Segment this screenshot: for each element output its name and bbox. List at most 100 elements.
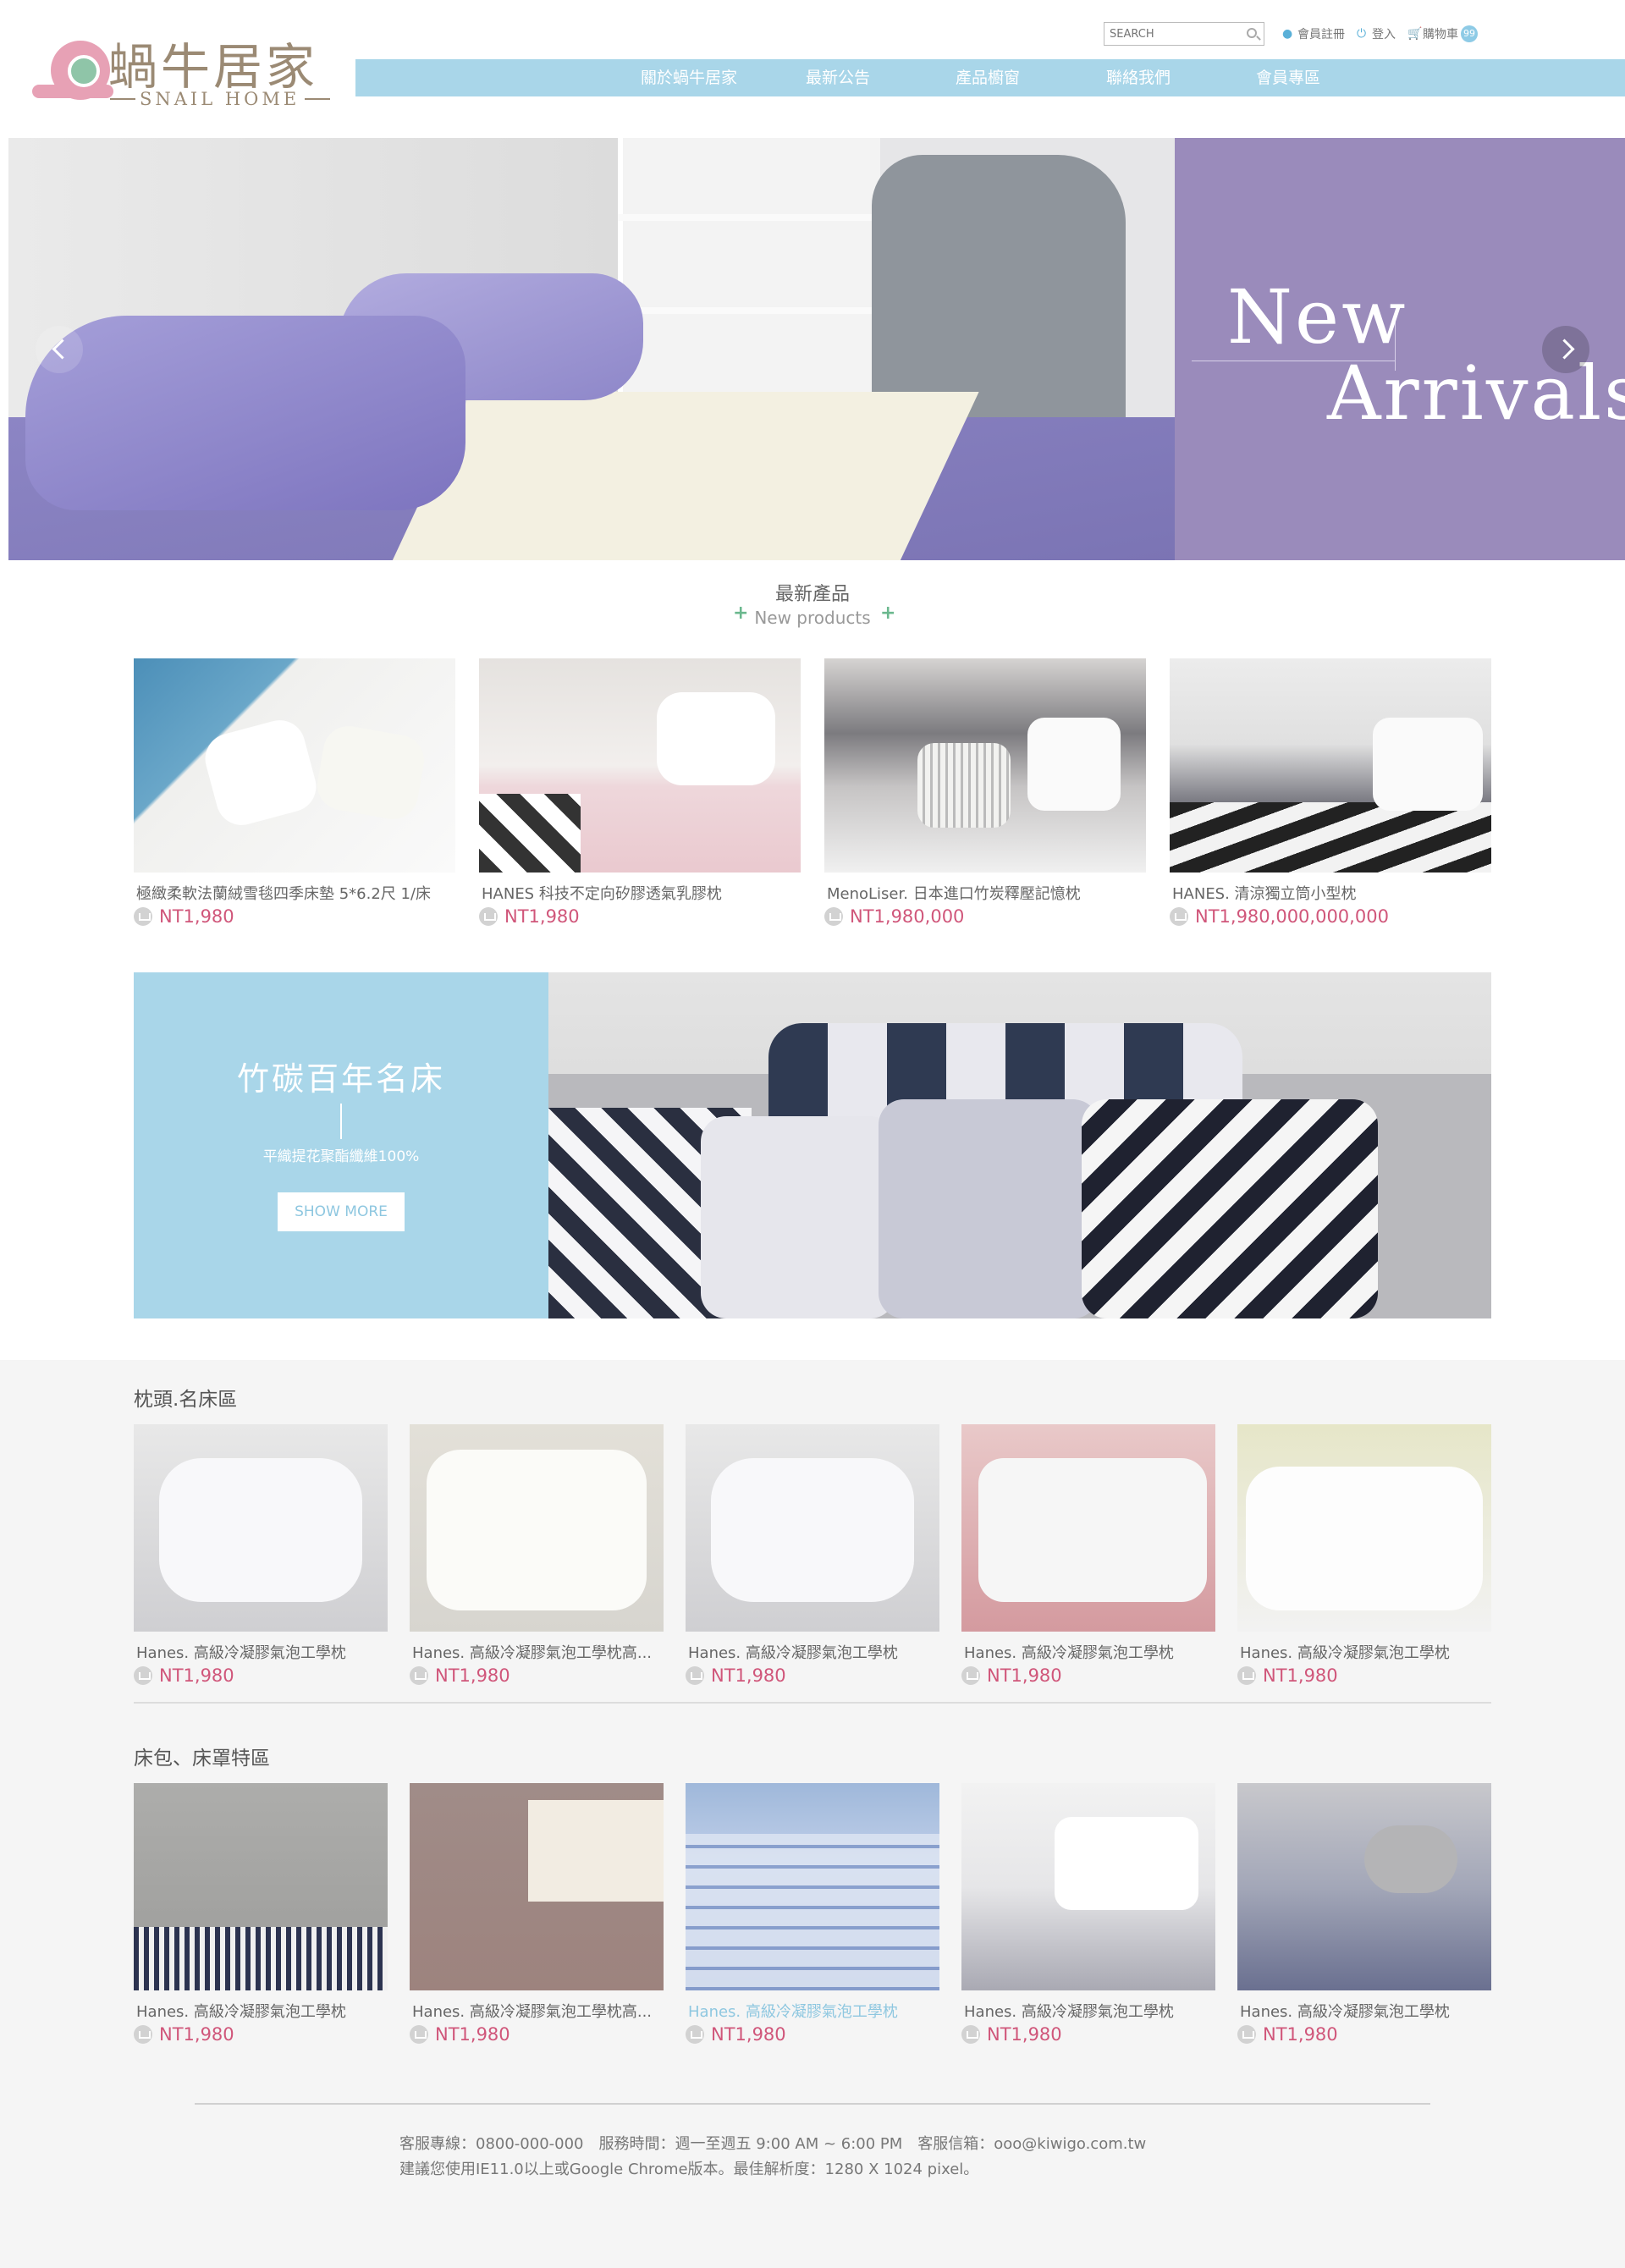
price-row: NT1,980 bbox=[479, 906, 580, 927]
product-price: NT1,980 bbox=[159, 906, 234, 927]
pillow-shape bbox=[701, 1116, 895, 1318]
site-logo[interactable]: 蝸牛居家 SNAIL HOME bbox=[25, 25, 330, 110]
product-image[interactable] bbox=[479, 658, 801, 873]
cart-icon[interactable] bbox=[824, 907, 843, 926]
nav-products[interactable]: 產品櫥窗 bbox=[956, 59, 1020, 96]
promo-banner-image[interactable] bbox=[548, 972, 1491, 1318]
product-image[interactable] bbox=[410, 1424, 664, 1632]
product-name[interactable]: Hanes. 高級冷凝膠氣泡工學枕 bbox=[1240, 2000, 1494, 2022]
register-link[interactable]: ● 會員註冊 bbox=[1282, 25, 1345, 42]
product-name[interactable]: Hanes. 高級冷凝膠氣泡工學枕 bbox=[964, 2000, 1218, 2022]
cart-icon[interactable] bbox=[134, 2025, 152, 2044]
cart-icon[interactable] bbox=[479, 907, 498, 926]
product-name[interactable]: Hanes. 高級冷凝膠氣泡工學枕 bbox=[136, 1641, 390, 1663]
product-image[interactable] bbox=[134, 1424, 388, 1632]
cart-link[interactable]: 🛒 購物車 99 bbox=[1407, 25, 1478, 42]
product-image[interactable] bbox=[134, 658, 455, 873]
product-price: NT1,980 bbox=[711, 2024, 786, 2045]
cart-icon[interactable] bbox=[134, 1666, 152, 1685]
cart-icon[interactable] bbox=[1170, 907, 1188, 926]
cart-icon[interactable] bbox=[686, 2025, 704, 2044]
user-icon: ● bbox=[1282, 27, 1293, 41]
product-price: NT1,980 bbox=[987, 2024, 1062, 2045]
product-image[interactable] bbox=[961, 1424, 1215, 1632]
new-products-title-zh: 最新產品 bbox=[774, 584, 850, 605]
section-divider bbox=[134, 1702, 1491, 1704]
carousel-prev-arrow-icon[interactable] bbox=[36, 326, 83, 373]
cart-icon: 🛒 bbox=[1407, 27, 1423, 41]
bedding-section-title: 床包、床罩特區 bbox=[134, 1748, 270, 1770]
product-price: NT1,980 bbox=[504, 906, 580, 927]
cart-count-badge: 99 bbox=[1461, 25, 1478, 42]
product-image[interactable] bbox=[686, 1424, 939, 1632]
product-price: NT1,980 bbox=[435, 1665, 510, 1686]
product-name[interactable]: Hanes. 高級冷凝膠氣泡工學枕 bbox=[136, 2000, 390, 2022]
product-image[interactable] bbox=[1237, 1783, 1491, 1990]
pattern-shape bbox=[686, 1834, 939, 1990]
cart-icon[interactable] bbox=[1237, 1666, 1256, 1685]
show-more-button[interactable]: SHOW MORE bbox=[278, 1192, 405, 1231]
footer-contact-line: 客服專線：0800-000-000 服務時間：週一至週五 9:00 AM ~ 6… bbox=[399, 2135, 1147, 2153]
pillow-shape bbox=[917, 743, 1011, 828]
promo-text-new: New bbox=[1227, 273, 1408, 361]
product-name[interactable]: HANES 科技不定向矽膠透氣乳膠枕 bbox=[482, 882, 799, 904]
pillow-shape bbox=[978, 1458, 1207, 1602]
price-row: NT1,980,000,000,000 bbox=[1170, 906, 1389, 927]
product-name[interactable]: Hanes. 高級冷凝膠氣泡工學枕 bbox=[1240, 1641, 1494, 1663]
logo-ornament-right bbox=[305, 98, 330, 100]
cart-icon[interactable] bbox=[686, 1666, 704, 1685]
login-label: 登入 bbox=[1372, 28, 1396, 41]
pillow-shape bbox=[159, 1458, 362, 1602]
carousel-next-arrow-icon[interactable] bbox=[1542, 326, 1589, 373]
product-price: NT1,980 bbox=[1263, 2024, 1338, 2045]
plush-shape bbox=[1364, 1825, 1457, 1893]
new-products-heading: 最新產品 New products bbox=[0, 579, 1625, 628]
product-name[interactable]: Hanes. 高級冷凝膠氣泡工學枕 bbox=[688, 2000, 942, 2022]
product-image[interactable] bbox=[961, 1783, 1215, 1990]
nav-news[interactable]: 最新公告 bbox=[806, 59, 870, 96]
pillow-shape bbox=[1027, 718, 1121, 811]
power-icon: ⏻ bbox=[1357, 27, 1367, 41]
product-name[interactable]: Hanes. 高級冷凝膠氣泡工學枕 bbox=[964, 1641, 1218, 1663]
main-nav: 關於蝸牛居家 最新公告 產品櫥窗 聯絡我們 會員專區 bbox=[355, 59, 1625, 96]
pillow-shape bbox=[1055, 1817, 1198, 1910]
footer-divider bbox=[195, 2103, 1430, 2105]
hero-carousel[interactable]: New Arrivals bbox=[8, 138, 1625, 560]
product-price: NT1,980 bbox=[711, 1665, 786, 1686]
pillow-section-title: 枕頭.名床區 bbox=[134, 1389, 238, 1411]
search-icon[interactable] bbox=[1247, 28, 1257, 38]
product-image[interactable] bbox=[410, 1783, 664, 1990]
product-price: NT1,980 bbox=[987, 1665, 1062, 1686]
nav-contact[interactable]: 聯絡我們 bbox=[1106, 59, 1171, 96]
nav-about[interactable]: 關於蝸牛居家 bbox=[641, 59, 737, 96]
product-price: NT1,980 bbox=[1263, 1665, 1338, 1686]
search-input[interactable] bbox=[1110, 25, 1237, 43]
cart-icon[interactable] bbox=[961, 2025, 980, 2044]
pillow-shape bbox=[1082, 1099, 1378, 1318]
product-name[interactable]: 極緻柔軟法蘭絨雪毯四季床墊 5*6.2尺 1/床 bbox=[136, 882, 454, 904]
product-image[interactable] bbox=[134, 1783, 388, 1990]
product-name[interactable]: Hanes. 高級冷凝膠氣泡工學枕 bbox=[688, 1641, 942, 1663]
pattern-shape bbox=[134, 1927, 388, 1990]
product-image[interactable] bbox=[824, 658, 1146, 873]
product-name[interactable]: MenoLiser. 日本進口竹炭釋壓記憶枕 bbox=[827, 882, 1144, 904]
product-name[interactable]: Hanes. 高級冷凝膠氣泡工學枕高... bbox=[412, 2000, 666, 2022]
product-image[interactable] bbox=[1237, 1424, 1491, 1632]
nav-member[interactable]: 會員專區 bbox=[1256, 59, 1320, 96]
login-link[interactable]: ⏻ 登入 bbox=[1357, 25, 1396, 42]
pillow-shape bbox=[1246, 1467, 1483, 1610]
cart-icon[interactable] bbox=[961, 1666, 980, 1685]
product-name[interactable]: Hanes. 高級冷凝膠氣泡工學枕高... bbox=[412, 1641, 666, 1663]
product-image[interactable] bbox=[686, 1783, 939, 1990]
cart-icon[interactable] bbox=[410, 1666, 428, 1685]
product-name[interactable]: HANES. 清涼獨立筒小型枕 bbox=[1172, 882, 1490, 904]
cart-icon[interactable] bbox=[410, 2025, 428, 2044]
sheet-shape bbox=[528, 1800, 664, 1902]
top-links: ● 會員註冊 ⏻ 登入 🛒 購物車 99 bbox=[1282, 24, 1490, 44]
promo-banner-heading: 竹碳百年名床 bbox=[236, 1060, 445, 1098]
cart-icon[interactable] bbox=[1237, 2025, 1256, 2044]
product-image[interactable] bbox=[1170, 658, 1491, 873]
hero-sheet bbox=[392, 392, 979, 560]
product-price: NT1,980 bbox=[435, 2024, 510, 2045]
cart-icon[interactable] bbox=[134, 907, 152, 926]
